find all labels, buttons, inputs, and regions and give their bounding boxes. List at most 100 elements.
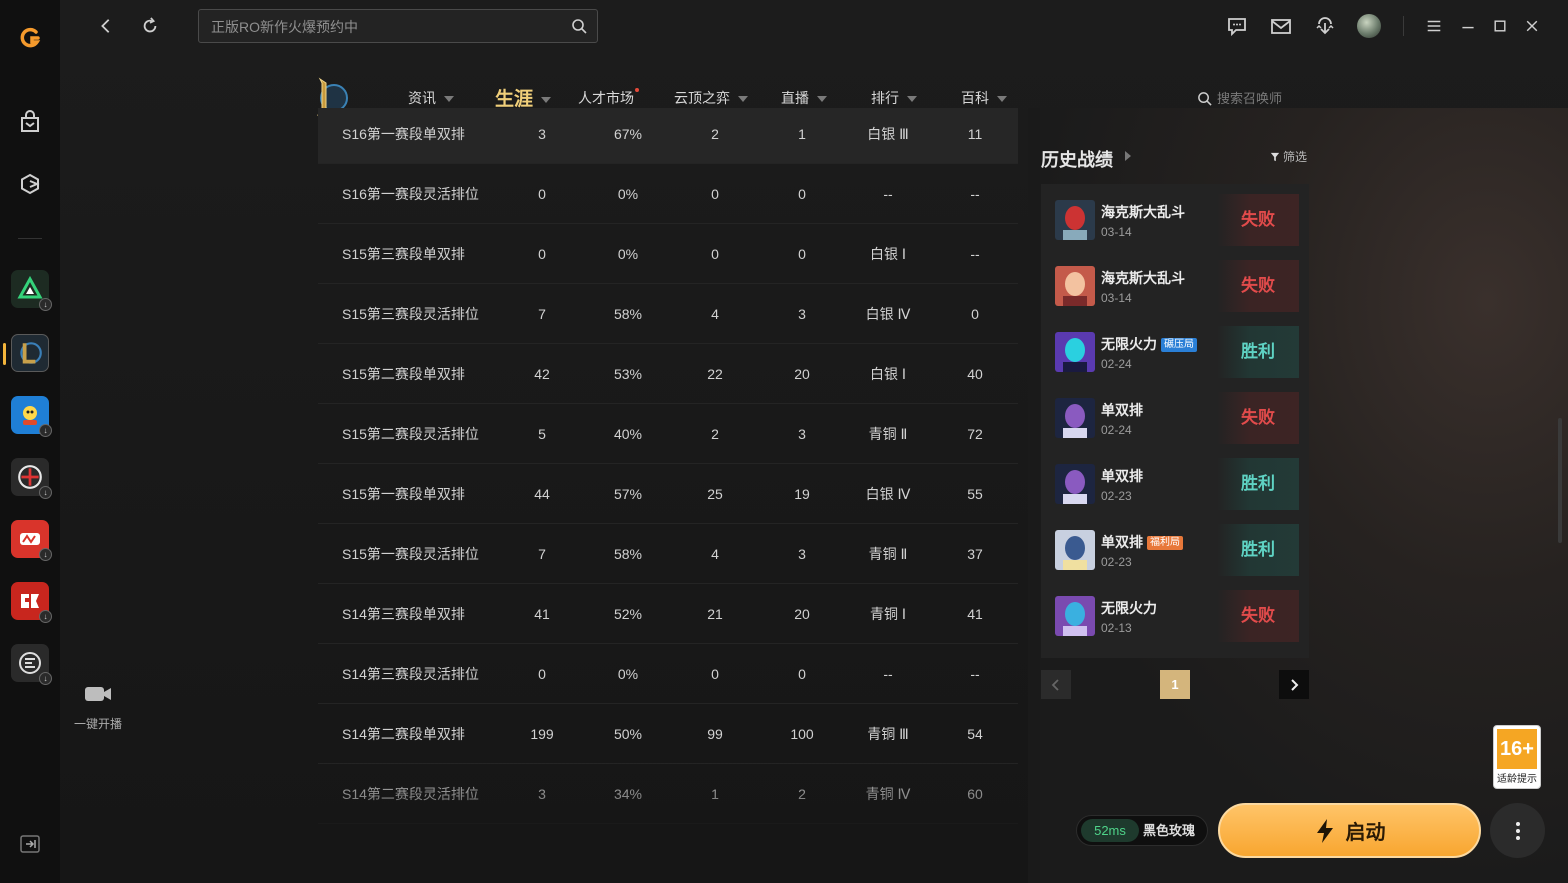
nav-talent-market[interactable]: 人才市场 xyxy=(578,88,639,108)
stat-cell: 7 xyxy=(538,546,546,562)
match-item[interactable]: 单双排 福利局 02-23 胜利 xyxy=(1041,514,1309,580)
match-date: 02-23 xyxy=(1101,489,1132,503)
stat-cell: 3 xyxy=(798,546,806,562)
table-row[interactable]: S15第一赛段单双排 44 57% 25 19 白银 Ⅳ 55 xyxy=(318,465,1018,524)
chevron-right-icon[interactable] xyxy=(1125,151,1131,161)
stat-cell: 3 xyxy=(538,126,546,142)
chat-icon[interactable] xyxy=(1223,12,1251,40)
menu-icon[interactable] xyxy=(1420,12,1448,40)
close-icon[interactable] xyxy=(1518,12,1546,40)
page-scrollbar[interactable] xyxy=(1558,418,1562,543)
stat-cell: 3 xyxy=(798,426,806,442)
season-name-cell: S15第三赛段灵活排位 xyxy=(342,306,479,322)
nav-wiki[interactable]: 百科 xyxy=(961,88,1007,108)
stat-cell: 67% xyxy=(613,126,643,142)
match-item[interactable]: 单双排 02-23 胜利 xyxy=(1041,448,1309,514)
match-mode-label: 单双排 xyxy=(1101,534,1143,550)
game-cf-hd-icon[interactable]: ↓ xyxy=(11,644,52,685)
global-search-input[interactable] xyxy=(211,17,551,37)
rail-divider xyxy=(18,238,42,239)
launch-button[interactable]: 启动 xyxy=(1218,803,1481,858)
mail-icon[interactable] xyxy=(1267,12,1295,40)
nav-news[interactable]: 资讯 xyxy=(408,88,454,108)
app-logo-icon[interactable] xyxy=(10,18,50,58)
game-center-icon[interactable] xyxy=(10,164,50,204)
app-window: ↓ ↓ ↓ ↓ ↓ ↓ 正版RO新作火爆预约中 资讯 生涯 人才市场 云顶之弈 … xyxy=(0,0,1568,883)
game-qq-speed-icon[interactable]: ↓ xyxy=(11,396,52,437)
user-avatar[interactable] xyxy=(1357,14,1381,38)
game-crossfire-icon[interactable]: ↓ xyxy=(11,458,52,499)
server-name: 黑色玫瑰 xyxy=(1143,823,1196,838)
chevron-down-icon xyxy=(997,96,1007,103)
collapse-rail-icon[interactable] xyxy=(20,835,40,853)
table-row[interactable]: S15第一赛段灵活排位 7 58% 4 3 青铜 Ⅱ 37 xyxy=(318,525,1018,584)
table-row[interactable]: S16第一赛段单双排 3 67% 2 1 白银 Ⅲ 11 xyxy=(318,108,1018,164)
match-item[interactable]: 海克斯大乱斗 03-14 失败 xyxy=(1041,250,1309,316)
champion-avatar xyxy=(1055,530,1095,570)
season-name-cell: S14第三赛段灵活排位 xyxy=(342,666,479,682)
match-item[interactable]: 无限火力 02-13 失败 xyxy=(1041,580,1309,646)
store-bag-icon[interactable] xyxy=(10,102,50,142)
minimize-icon[interactable] xyxy=(1454,12,1482,40)
table-row[interactable]: S15第三赛段灵活排位 7 58% 4 3 白银 Ⅳ 0 xyxy=(318,285,1018,344)
table-row[interactable]: S14第三赛段单双排 41 52% 21 20 青铜 Ⅰ 41 xyxy=(318,585,1018,644)
more-options-button[interactable] xyxy=(1490,803,1545,858)
table-row[interactable]: S15第三赛段单双排 0 0% 0 0 白银 Ⅰ -- xyxy=(318,225,1018,284)
table-row[interactable]: S15第二赛段单双排 42 53% 22 20 白银 Ⅰ 40 xyxy=(318,345,1018,404)
nav-wiki-label: 百科 xyxy=(961,90,989,106)
page-prev-button[interactable] xyxy=(1041,670,1071,699)
game-counter-attack-icon[interactable]: ↓ xyxy=(11,582,52,623)
stat-cell: 54 xyxy=(967,726,983,742)
nav-ranking[interactable]: 排行 xyxy=(871,88,917,108)
season-name-cell: S14第二赛段单双排 xyxy=(342,726,465,742)
chevron-right-icon xyxy=(1291,678,1299,691)
download-manager-icon[interactable] xyxy=(1311,12,1339,40)
table-row[interactable]: S14第三赛段灵活排位 0 0% 0 0 -- -- xyxy=(318,645,1018,704)
filter-button[interactable]: 筛选 xyxy=(1270,148,1307,165)
refresh-icon[interactable] xyxy=(136,12,164,40)
match-history-list: 海克斯大乱斗 03-14 失败 海克斯大乱斗 03-14 失败 无限火力 碾压局 02-24 胜利… xyxy=(1041,184,1309,658)
stat-cell: 4 xyxy=(711,306,719,322)
stat-cell: 99 xyxy=(707,726,723,742)
page-next-button[interactable] xyxy=(1279,670,1309,699)
maximize-icon[interactable] xyxy=(1486,12,1514,40)
nav-live[interactable]: 直播 xyxy=(781,88,827,108)
history-title[interactable]: 历史战绩 xyxy=(1041,146,1113,172)
game-speed-racing-icon[interactable]: ↓ xyxy=(11,520,52,561)
match-result: 失败 xyxy=(1217,194,1299,246)
back-icon[interactable] xyxy=(92,12,120,40)
stat-cell: 40% xyxy=(613,426,643,442)
global-search-box[interactable] xyxy=(198,9,598,43)
stat-cell: 3 xyxy=(798,306,806,322)
nav-career[interactable]: 生涯 xyxy=(495,84,552,116)
age-hint-label: 适龄提示 xyxy=(1497,774,1537,785)
nav-tft[interactable]: 云顶之弈 xyxy=(674,88,748,108)
game-lol-icon[interactable] xyxy=(11,334,49,372)
page-number[interactable]: 1 xyxy=(1160,670,1190,699)
server-status[interactable]: 52ms 黑色玫瑰 xyxy=(1076,815,1208,846)
one-click-live-button[interactable]: 一键开播 xyxy=(68,684,128,732)
match-tag-badge: 福利局 xyxy=(1147,536,1183,550)
download-badge-icon: ↓ xyxy=(39,424,52,437)
stat-cell: 0 xyxy=(538,186,546,202)
age-rating-badge[interactable]: 16+ 适龄提示 xyxy=(1493,725,1541,789)
stat-cell: 21 xyxy=(707,606,723,622)
stat-cell: 52% xyxy=(613,606,643,622)
summoner-search[interactable]: 搜索召唤师 xyxy=(1197,88,1282,107)
match-item[interactable]: 单双排 02-24 失败 xyxy=(1041,382,1309,448)
game-tft-icon[interactable]: ↓ xyxy=(11,270,52,311)
stat-cell: 0% xyxy=(617,186,639,202)
stat-cell: 0 xyxy=(971,306,979,322)
table-row[interactable]: S14第二赛段单双排 199 50% 99 100 青铜 Ⅲ 54 xyxy=(318,705,1018,764)
download-badge-icon: ↓ xyxy=(39,486,52,499)
stat-cell: -- xyxy=(970,666,980,682)
match-item[interactable]: 海克斯大乱斗 03-14 失败 xyxy=(1041,184,1309,250)
match-item[interactable]: 无限火力 碾压局 02-24 胜利 xyxy=(1041,316,1309,382)
match-mode: 单双排 xyxy=(1101,400,1143,420)
stat-cell: 青铜 Ⅱ xyxy=(868,426,908,442)
download-badge-icon: ↓ xyxy=(39,548,52,561)
search-icon[interactable] xyxy=(571,18,587,34)
nav-live-label: 直播 xyxy=(781,90,809,106)
table-row[interactable]: S15第二赛段灵活排位 5 40% 2 3 青铜 Ⅱ 72 xyxy=(318,405,1018,464)
table-row[interactable]: S16第一赛段灵活排位 0 0% 0 0 -- -- xyxy=(318,165,1018,224)
